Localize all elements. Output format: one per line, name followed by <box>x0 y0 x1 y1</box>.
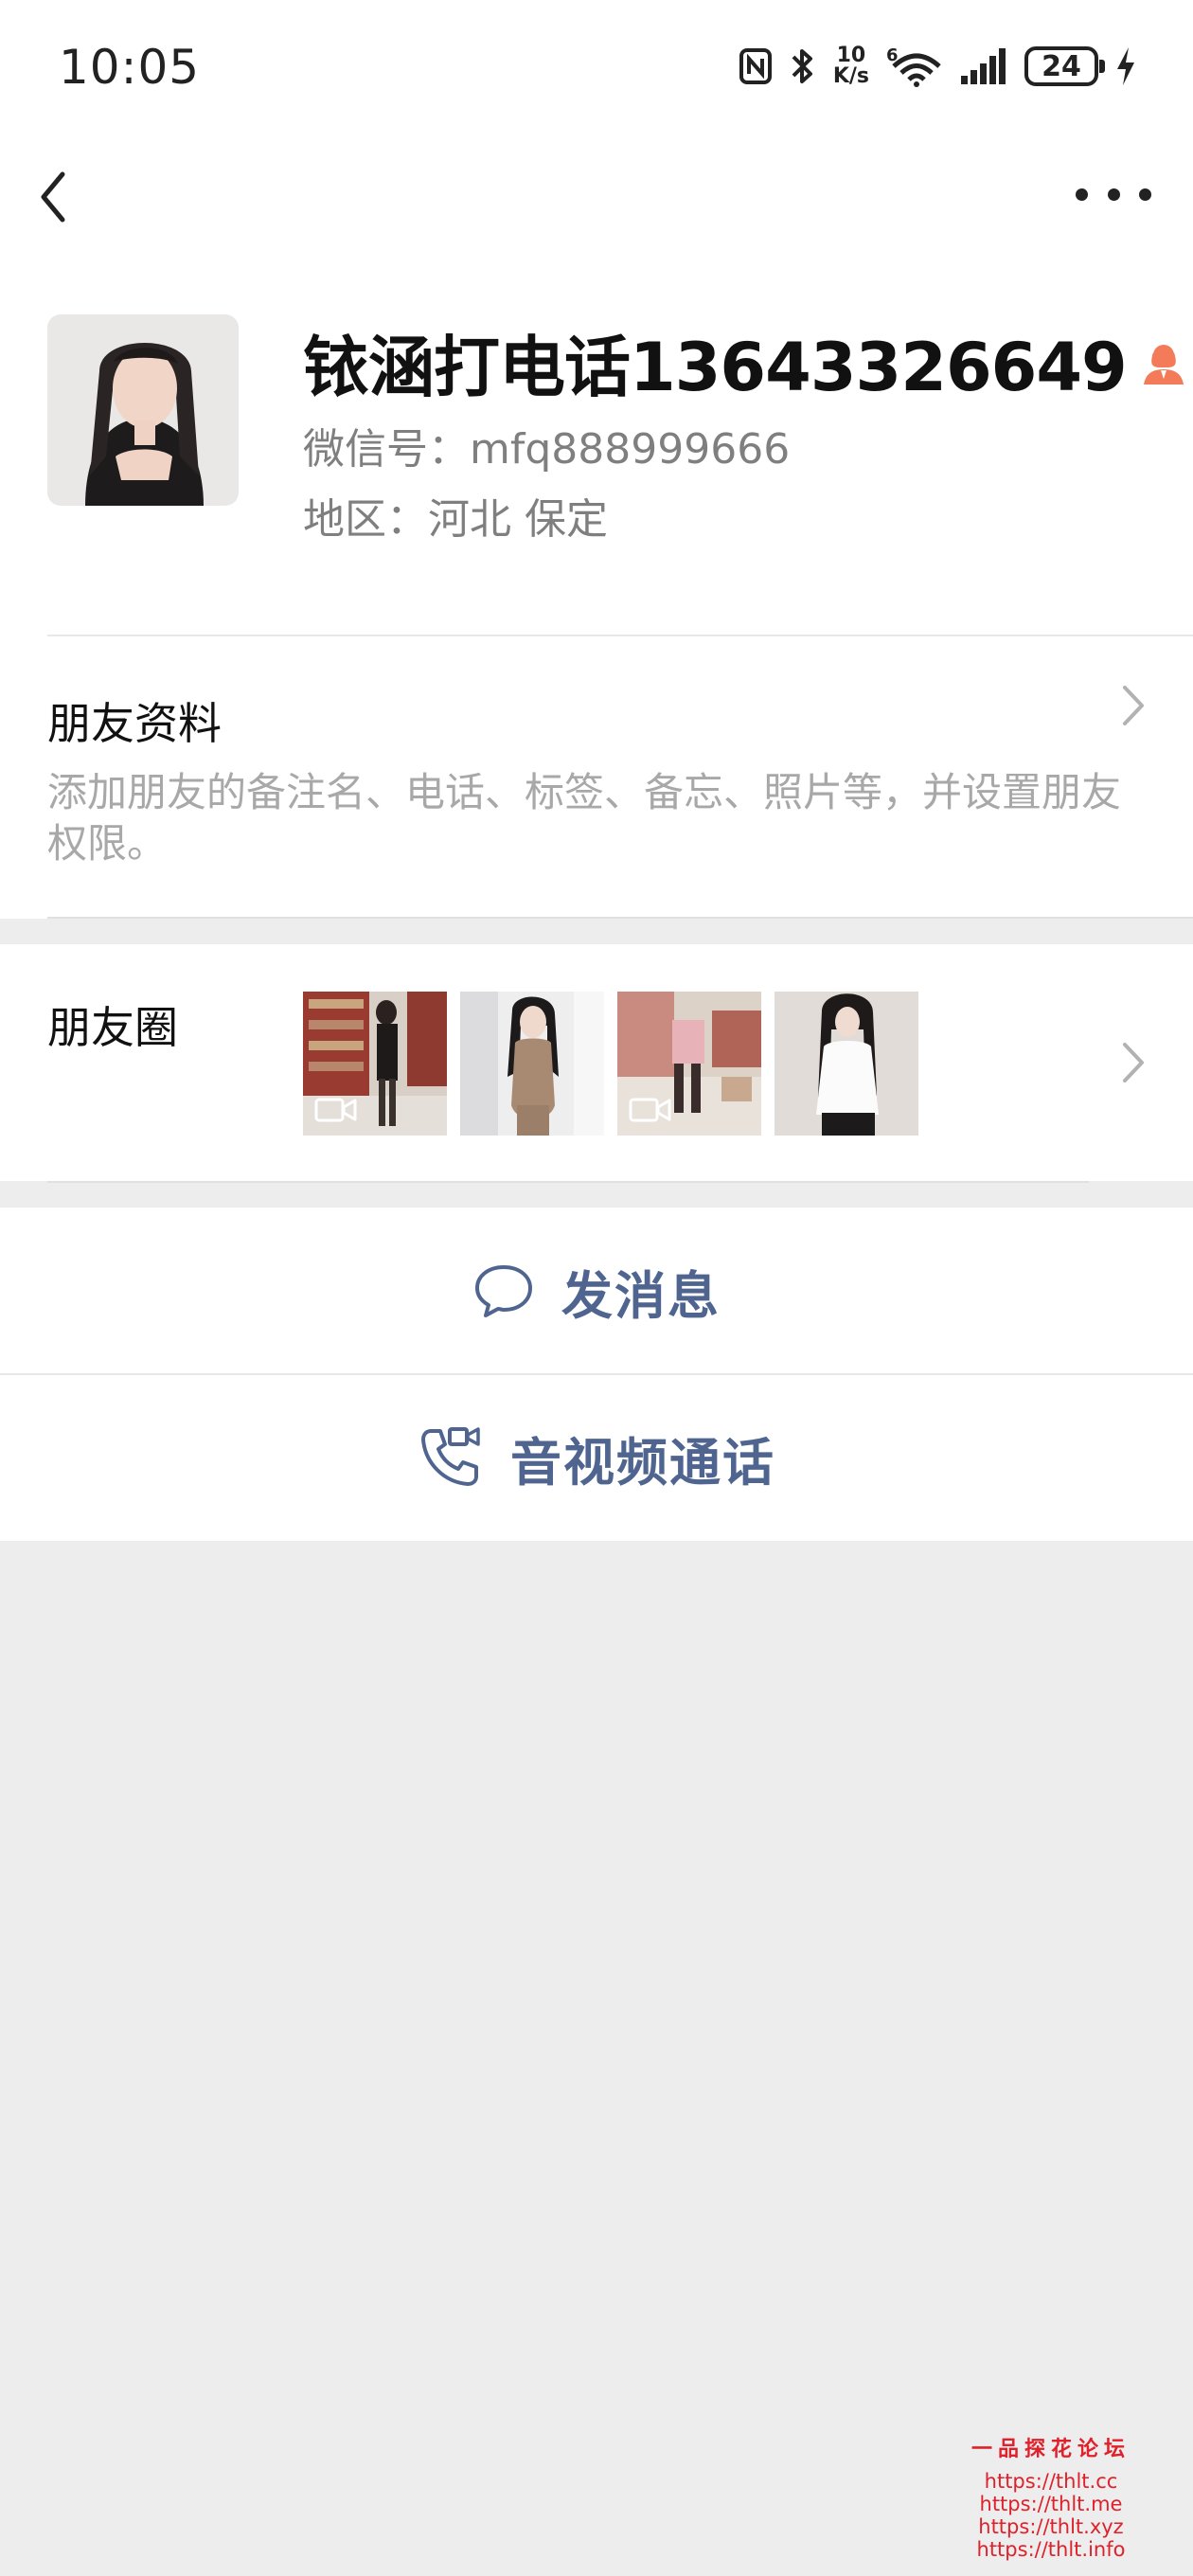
moments-title: 朋友圈 <box>47 1002 178 1053</box>
more-button[interactable] <box>1076 180 1151 208</box>
friend-info-description: 添加朋友的备注名、电话、标签、备忘、照片等，并设置朋友权限。 <box>47 769 1122 867</box>
back-button[interactable] <box>32 169 80 225</box>
user-female-icon <box>1143 344 1184 385</box>
av-call-label: 音视频通话 <box>510 1432 775 1493</box>
watermark-title: 一品探花论坛 <box>970 2437 1131 2461</box>
divider <box>47 1181 1089 1183</box>
more-dot-icon <box>1076 188 1088 201</box>
moment-thumbnail[interactable] <box>617 992 761 1136</box>
status-icons: 10 K/s 6 24 <box>739 38 1136 95</box>
friend-info-row[interactable]: 朋友资料 添加朋友的备注名、电话、标签、备忘、照片等，并设置朋友权限。 <box>0 635 1193 919</box>
name-row: 铱涵打电话13643326649 <box>303 314 1187 410</box>
video-icon <box>314 1098 357 1122</box>
moment-thumbnail[interactable] <box>775 992 918 1136</box>
divider <box>47 917 1193 919</box>
friend-info-title: 朋友资料 <box>47 698 222 749</box>
more-dot-icon <box>1139 188 1151 201</box>
bluetooth-icon <box>792 49 812 83</box>
watermark-link: https://thlt.me <box>979 2493 1123 2515</box>
moment-thumbnail[interactable] <box>460 992 604 1136</box>
watermark: 一品探花论坛 https://thlt.cc https://thlt.me h… <box>971 2432 1131 2561</box>
divider <box>47 635 1193 636</box>
nav-bar <box>0 133 1193 256</box>
chat-bubble-icon <box>475 1265 532 1317</box>
chevron-right-icon <box>1123 1043 1144 1082</box>
net-speed-value: 10 <box>836 44 866 67</box>
watermark-link: https://thlt.info <box>976 2538 1126 2561</box>
moment-image <box>775 992 918 1136</box>
chevron-right-icon <box>1123 686 1144 725</box>
send-message-button[interactable]: 发消息 <box>0 1208 1193 1374</box>
send-message-label: 发消息 <box>561 1265 721 1326</box>
net-speed-unit: K/s <box>832 64 869 88</box>
watermark-link: https://thlt.cc <box>984 2470 1118 2493</box>
status-time: 10:05 <box>59 40 201 95</box>
phone-video-icon <box>421 1427 480 1486</box>
avatar[interactable] <box>47 314 239 506</box>
video-icon <box>629 1098 671 1122</box>
chevron-left-icon <box>41 171 65 223</box>
moment-image <box>460 992 604 1136</box>
av-call-button[interactable]: 音视频通话 <box>0 1374 1193 1541</box>
status-bar: 10:05 10 K/s 6 24 <box>0 0 1193 133</box>
charging-icon <box>1117 47 1134 85</box>
watermark-link: https://thlt.xyz <box>978 2515 1124 2538</box>
signal-icon <box>961 48 1006 84</box>
profile-header: 铱涵打电话13643326649 微信号：mfq888999666 地区：河北 … <box>0 256 1193 635</box>
net-speed: 10 K/s <box>833 45 869 87</box>
region: 地区：河北 保定 <box>303 495 608 544</box>
wifi-icon: 6 <box>886 45 941 87</box>
nickname: 铱涵打电话13643326649 <box>303 329 1128 406</box>
nfc-icon <box>739 48 772 84</box>
moments-row[interactable]: 朋友圈 <box>0 944 1193 1181</box>
battery-indicator: 24 <box>1024 46 1105 86</box>
divider <box>0 1373 1193 1375</box>
wechat-id: 微信号：mfq888999666 <box>303 425 791 474</box>
moment-thumbnail[interactable] <box>303 992 447 1136</box>
more-dot-icon <box>1107 188 1120 201</box>
avatar-image <box>47 314 239 506</box>
moments-thumbnails <box>303 992 918 1136</box>
